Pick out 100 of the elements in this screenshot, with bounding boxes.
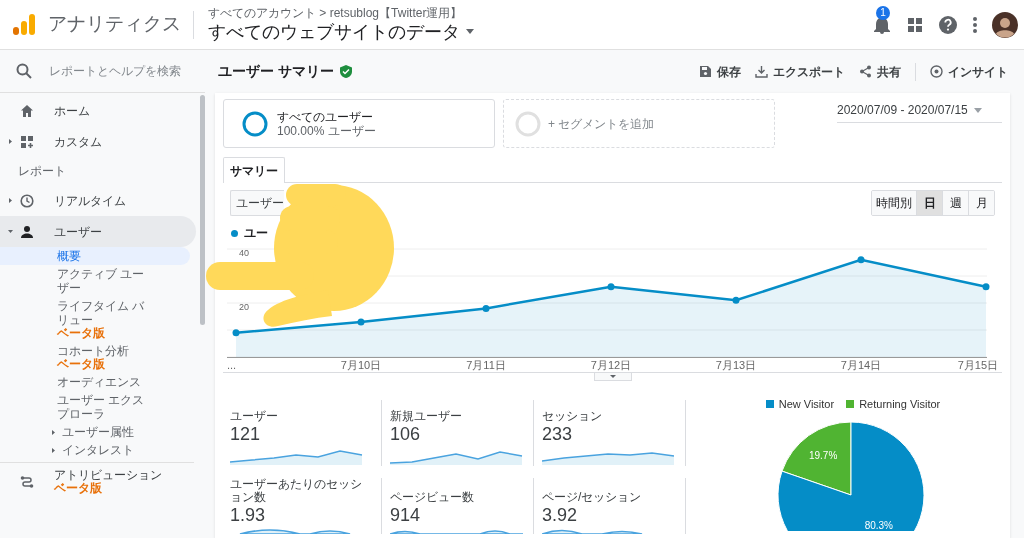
help-icon[interactable]: [938, 14, 958, 35]
person-icon: [20, 224, 34, 239]
caret-icon: [973, 107, 982, 113]
segment-card[interactable]: すべてのユーザー 100.00% ユーザー: [223, 99, 495, 148]
route-icon: [20, 474, 34, 489]
metric-label: ユーザーあたりのセッション数: [230, 478, 363, 504]
expand-caret-icon[interactable]: [8, 198, 13, 203]
pie-slice[interactable]: [777, 421, 925, 531]
nav-subitem[interactable]: インタレスト: [0, 441, 190, 459]
metric-value: 1.93: [230, 505, 267, 526]
data-point[interactable]: [607, 283, 615, 291]
legend-dot: [231, 229, 238, 237]
toolbar-button[interactable]: 共有: [859, 62, 901, 81]
axis-label: ...: [227, 359, 237, 371]
legend-label: ユー: [244, 225, 268, 242]
search-icon: [16, 63, 32, 79]
metric-value: 3.92: [542, 505, 579, 526]
nav-item[interactable]: アトリビューション ベータ版: [0, 466, 196, 497]
nav-subitem[interactable]: 概要: [0, 247, 190, 265]
clock-icon: [20, 193, 34, 208]
analytics-logo-icon: [12, 12, 36, 37]
tab[interactable]: サマリー: [223, 157, 285, 183]
scrollbar[interactable]: [200, 95, 205, 325]
granularity-button[interactable]: 週: [942, 191, 968, 215]
section-heading: レポート: [18, 163, 66, 180]
expand-caret-icon[interactable]: [51, 448, 56, 453]
legend-swatch: [846, 400, 855, 409]
nav-item[interactable]: ホーム: [0, 95, 196, 126]
add-segment-button[interactable]: + セグメントを追加: [503, 99, 775, 148]
axis-label: 40: [239, 248, 249, 258]
nav-subitem[interactable]: ユーザー属性: [0, 423, 190, 441]
resize-handle[interactable]: [593, 373, 632, 381]
axis-label: 7月14日: [840, 359, 882, 371]
toolbar-button[interactable]: インサイト: [930, 62, 1008, 81]
metric-label: ページビュー数: [390, 491, 475, 504]
pie-slice[interactable]: [781, 421, 852, 495]
legend-swatch: [765, 400, 774, 409]
expand-caret-icon[interactable]: [8, 139, 13, 144]
metric-value: 106: [390, 424, 422, 445]
legend-label: New Visitor: [778, 400, 835, 412]
notification-badge: 1: [876, 5, 890, 20]
collapse-caret-icon[interactable]: [8, 229, 13, 234]
toolbar-button[interactable]: エクスポート: [755, 62, 845, 81]
nav-subitem[interactable]: ライフタイム バリュー ベータ版: [0, 297, 190, 342]
beta-label: ベータ版: [54, 482, 103, 495]
caret-icon: [609, 375, 616, 378]
download-icon: [755, 65, 768, 78]
data-point[interactable]: [982, 283, 990, 291]
product-name: アナリティクス: [48, 12, 181, 37]
beta-label: ベータ版: [57, 327, 106, 340]
insights-icon: [930, 65, 943, 78]
expand-caret-icon[interactable]: [51, 430, 56, 435]
legend-label: Returning Visitor: [859, 400, 941, 412]
metric-dropdown[interactable]: ユーザー: [230, 190, 284, 216]
axis-label: 20: [239, 302, 249, 312]
apps-grid-icon[interactable]: [906, 15, 924, 34]
more-vertical-icon[interactable]: [972, 15, 978, 34]
axis-label: 7月11日: [466, 359, 506, 371]
data-point[interactable]: [357, 318, 365, 326]
nav-subitem[interactable]: オーディエンス: [0, 373, 190, 391]
nav-item[interactable]: カスタム: [0, 126, 196, 157]
metric-value: 914: [390, 505, 422, 526]
axis-label: 7月12日: [590, 359, 632, 371]
date-range-picker[interactable]: 2020/07/09 - 2020/07/15: [837, 101, 1002, 123]
toolbar-button[interactable]: 保存: [699, 62, 741, 81]
share-icon: [859, 65, 872, 78]
granularity-button[interactable]: 日: [916, 191, 942, 215]
home-icon: [20, 103, 34, 118]
data-point[interactable]: [232, 329, 240, 337]
axis-label: 7月15日: [957, 359, 998, 371]
granularity-button[interactable]: 月: [968, 191, 994, 215]
metric-value: 233: [542, 424, 574, 445]
metric-label: ユーザー: [230, 410, 279, 423]
breadcrumb[interactable]: すべてのアカウント > retsublog【Twitter運用】: [208, 5, 474, 20]
verified-shield-icon: [339, 65, 352, 78]
avatar-icon[interactable]: [992, 11, 1018, 38]
granularity-button[interactable]: 時間別: [872, 191, 916, 215]
nav-subitem[interactable]: ユーザー エクスプローラ: [0, 391, 190, 423]
nav-item[interactable]: リアルタイム: [0, 185, 196, 216]
axis-label: 7月10日: [340, 359, 382, 371]
caret-icon: [466, 29, 474, 34]
slice-label: 19.7%: [808, 449, 838, 461]
empty-ring-icon: [515, 110, 541, 137]
data-point[interactable]: [482, 304, 490, 312]
metric-value: 121: [230, 424, 262, 445]
axis-label: 7月13日: [715, 359, 757, 371]
dashboard-icon: [20, 134, 34, 149]
metric-label: セッション: [542, 410, 603, 423]
save-icon: [699, 65, 712, 78]
segment-name: すべてのユーザー: [277, 109, 374, 124]
segment-ring-icon: [242, 110, 268, 137]
nav-subitem[interactable]: アクティブ ユーザー: [0, 265, 190, 297]
nav-subitem[interactable]: コホート分析 ベータ版: [0, 342, 190, 373]
data-point[interactable]: [732, 296, 740, 304]
slice-label: 80.3%: [864, 519, 894, 531]
metric-label: ページ/セッション: [542, 491, 643, 504]
data-point[interactable]: [857, 256, 865, 264]
segment-share: 100.00% ユーザー: [277, 123, 376, 138]
view-selector[interactable]: すべてのウェブサイトのデータ: [208, 19, 474, 44]
nav-item[interactable]: ユーザー: [0, 216, 196, 247]
